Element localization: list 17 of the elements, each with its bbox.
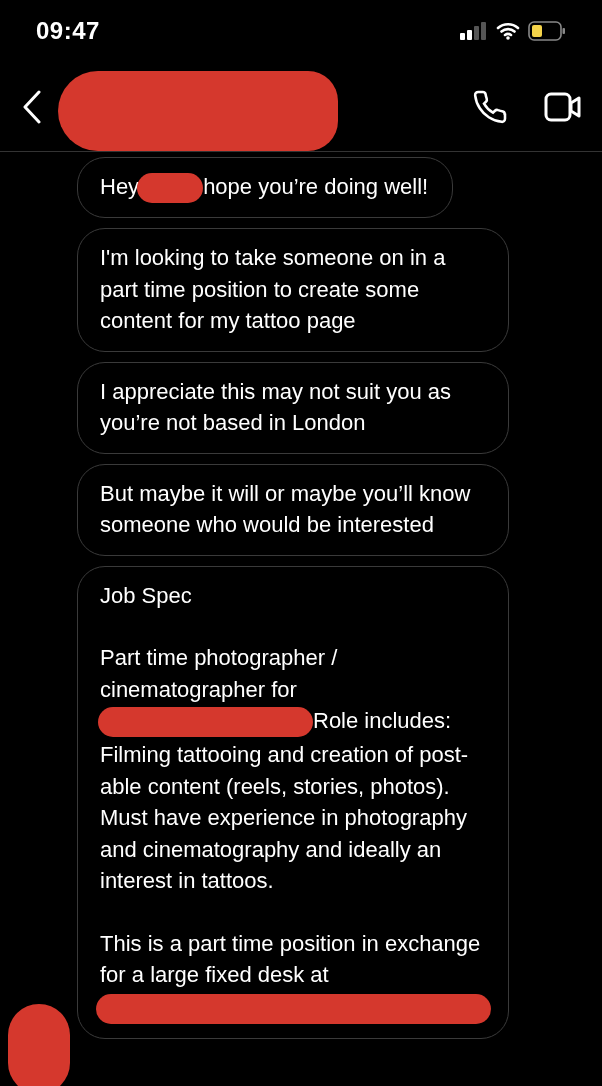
- message-text: Filming tattooing and creation of post-able content (reels, stories, photos). Must have experience in photography and cinematography and ideally an interest in tattoos.: [100, 741, 470, 896]
- status-time: 09:47: [36, 17, 100, 45]
- message-text: I appreciate this may not suit you as you’re not based in London: [100, 378, 451, 436]
- message-text: But maybe it will or maybe you’ll know someone who would be interested: [100, 480, 471, 538]
- message-text: Part time photographer / cinematographer for: [100, 644, 339, 704]
- message-text: Job Spec: [100, 582, 192, 608]
- message-text: Role includes:: [313, 708, 452, 734]
- redaction-mark: [137, 173, 204, 204]
- message-text: This is a part time position in exchange for a large fixed desk at: [100, 929, 482, 990]
- signal-icon: [460, 22, 488, 40]
- battery-icon: [528, 21, 566, 41]
- phone-icon[interactable]: [472, 88, 508, 125]
- message-text: I'm looking to take someone on in a part time position to create some content for my tattoo page: [100, 245, 446, 334]
- back-icon[interactable]: [22, 89, 42, 124]
- video-camera-icon[interactable]: [544, 90, 582, 123]
- wifi-icon: [496, 22, 520, 40]
- message-text: hope you’re doing well!: [203, 174, 429, 199]
